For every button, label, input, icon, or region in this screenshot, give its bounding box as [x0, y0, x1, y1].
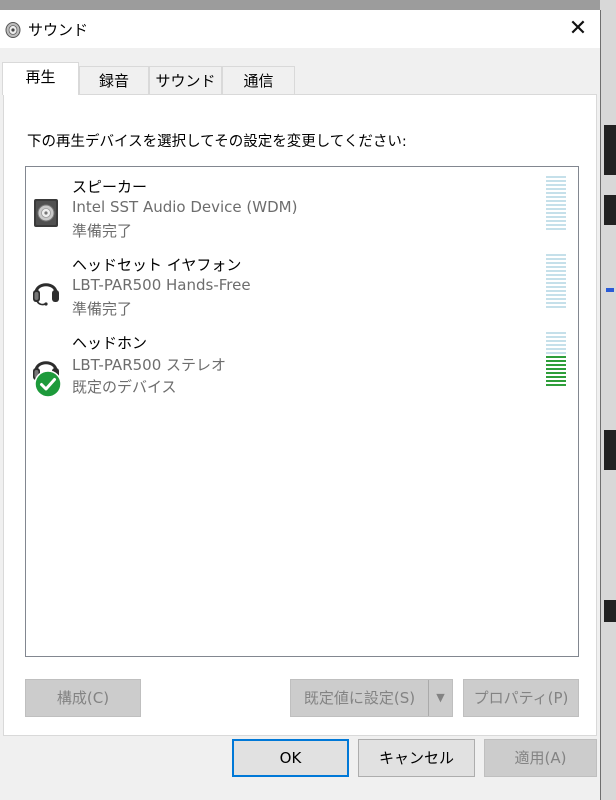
device-status: 準備完了 [72, 222, 133, 240]
meter-segment [546, 332, 566, 334]
meter-segment [546, 176, 566, 178]
device-list[interactable]: スピーカー Intel SST Audio Device (WDM) 準備完了 … [25, 166, 579, 657]
tab-communications[interactable]: 通信 [222, 66, 295, 94]
meter-segment [546, 228, 566, 230]
device-status: 準備完了 [72, 300, 133, 318]
meter-segment [546, 184, 566, 186]
speaker-icon [5, 22, 21, 38]
tab-sounds[interactable]: サウンド [149, 66, 222, 94]
meter-segment [546, 270, 566, 272]
meter-segment [546, 348, 566, 350]
configure-button[interactable]: 構成(C) [25, 679, 141, 717]
meter-segment [546, 298, 566, 300]
list-item-headphones[interactable]: ヘッドホン LBT-PAR500 ステレオ 既定のデバイス [26, 332, 578, 406]
meter-segment [546, 306, 566, 308]
speaker-icon [34, 199, 58, 227]
ok-button[interactable]: OK [232, 739, 349, 777]
cancel-button[interactable]: キャンセル [358, 739, 475, 777]
volume-meter [546, 254, 566, 308]
meter-segment [546, 262, 566, 264]
meter-segment [546, 180, 566, 182]
device-name: スピーカー [72, 178, 148, 196]
desktop-background [0, 0, 616, 10]
close-button[interactable]: ✕ [556, 10, 600, 48]
meter-segment [546, 192, 566, 194]
device-description: LBT-PAR500 Hands-Free [72, 276, 251, 294]
chevron-down-icon[interactable]: ▼ [428, 680, 452, 716]
meter-segment [546, 344, 566, 346]
meter-segment [546, 282, 566, 284]
device-description: LBT-PAR500 ステレオ [72, 356, 227, 374]
meter-segment [546, 340, 566, 342]
meter-segment [546, 208, 566, 210]
meter-segment [546, 360, 566, 362]
headset-icon [33, 283, 59, 306]
device-name: ヘッドホン [72, 334, 148, 352]
meter-segment [546, 302, 566, 304]
instruction-text: 下の再生デバイスを選択してその設定を変更してください: [27, 134, 407, 150]
meter-segment [546, 258, 566, 260]
meter-segment [546, 336, 566, 338]
playback-panel: 下の再生デバイスを選択してその設定を変更してください: スピーカー Intel … [3, 94, 597, 736]
meter-segment [546, 196, 566, 198]
volume-meter [546, 176, 566, 230]
meter-segment [546, 356, 566, 358]
meter-segment [546, 352, 566, 354]
meter-segment [546, 204, 566, 206]
device-name: ヘッドセット イヤフォン [72, 256, 242, 274]
default-check-icon [34, 370, 62, 398]
meter-segment [546, 380, 566, 382]
meter-segment [546, 224, 566, 226]
tab-bar: 再生 録音 サウンド 通信 [0, 62, 600, 95]
apply-button[interactable]: 適用(A) [484, 739, 597, 777]
list-item-headset[interactable]: ヘッドセット イヤフォン LBT-PAR500 Hands-Free 準備完了 [26, 254, 578, 328]
meter-segment [546, 254, 566, 256]
properties-button[interactable]: プロパティ(P) [463, 679, 579, 717]
meter-segment [546, 290, 566, 292]
tab-recording[interactable]: 録音 [79, 66, 149, 94]
title-bar[interactable]: サウンド ✕ [0, 10, 600, 48]
meter-segment [546, 372, 566, 374]
device-status: 既定のデバイス [72, 378, 177, 396]
meter-segment [546, 220, 566, 222]
meter-segment [546, 188, 566, 190]
meter-segment [546, 200, 566, 202]
meter-segment [546, 376, 566, 378]
desktop-background-right [600, 0, 616, 800]
meter-segment [546, 212, 566, 214]
meter-segment [546, 364, 566, 366]
meter-segment [546, 274, 566, 276]
meter-segment [546, 216, 566, 218]
volume-meter [546, 332, 566, 386]
set-default-button[interactable]: 既定値に設定(S) ▼ [290, 679, 453, 717]
meter-segment [546, 286, 566, 288]
meter-segment [546, 384, 566, 386]
device-description: Intel SST Audio Device (WDM) [72, 198, 298, 216]
window-title: サウンド [28, 21, 89, 39]
set-default-label: 既定値に設定(S) [303, 689, 416, 707]
tab-playback[interactable]: 再生 [2, 62, 79, 95]
close-icon: ✕ [568, 16, 588, 41]
meter-segment [546, 266, 566, 268]
meter-segment [546, 294, 566, 296]
list-item-speaker[interactable]: スピーカー Intel SST Audio Device (WDM) 準備完了 [26, 176, 578, 250]
meter-segment [546, 278, 566, 280]
meter-segment [546, 368, 566, 370]
sound-dialog: サウンド ✕ 再生 録音 サウンド 通信 下の再生デバイスを選択してその設定を変… [0, 10, 601, 800]
